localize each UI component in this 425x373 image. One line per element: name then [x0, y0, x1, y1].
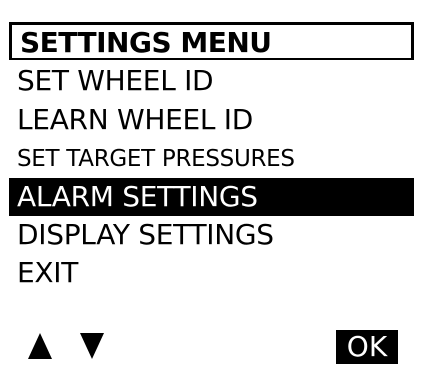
menu-item-label: ALARM SETTINGS	[17, 180, 258, 213]
menu-item-label: SET TARGET PRESSURES	[17, 146, 295, 172]
menu-item-set-wheel-id[interactable]: SET WHEEL ID	[9, 62, 414, 100]
title-bar: SETTINGS MENU	[9, 22, 414, 60]
ok-button[interactable]: OK	[336, 330, 398, 364]
menu-item-label: LEARN WHEEL ID	[17, 103, 253, 136]
display-screen: SETTINGS MENU SET WHEEL ID LEARN WHEEL I…	[0, 0, 425, 373]
menu-item-label: SET WHEEL ID	[17, 64, 214, 97]
menu-item-set-target-pressures[interactable]: SET TARGET PRESSURES	[9, 140, 414, 178]
menu-item-display-settings[interactable]: DISPLAY SETTINGS	[9, 216, 414, 254]
menu-item-label: EXIT	[17, 256, 79, 289]
menu-item-alarm-settings[interactable]: ALARM SETTINGS	[9, 178, 414, 216]
menu-title: SETTINGS MENU	[20, 26, 272, 59]
menu-item-learn-wheel-id[interactable]: LEARN WHEEL ID	[9, 101, 414, 139]
down-triangle-icon[interactable]	[80, 333, 104, 359]
menu-item-exit[interactable]: EXIT	[9, 254, 414, 292]
menu-item-label: DISPLAY SETTINGS	[17, 218, 274, 251]
up-triangle-icon[interactable]	[28, 333, 52, 359]
